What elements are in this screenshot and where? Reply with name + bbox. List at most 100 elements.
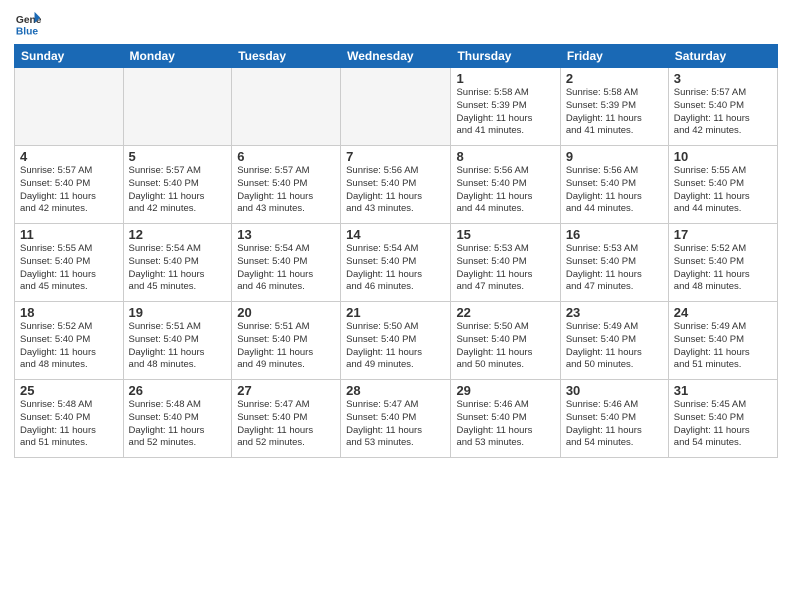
day-number: 28	[346, 383, 445, 398]
day-info: Sunrise: 5:55 AM Sunset: 5:40 PM Dayligh…	[20, 243, 118, 294]
day-number: 20	[237, 305, 335, 320]
day-cell-18: 18Sunrise: 5:52 AM Sunset: 5:40 PM Dayli…	[15, 302, 124, 380]
day-number: 17	[674, 227, 772, 242]
day-cell-22: 22Sunrise: 5:50 AM Sunset: 5:40 PM Dayli…	[451, 302, 560, 380]
day-info: Sunrise: 5:50 AM Sunset: 5:40 PM Dayligh…	[456, 321, 554, 372]
day-number: 21	[346, 305, 445, 320]
day-number: 8	[456, 149, 554, 164]
day-info: Sunrise: 5:52 AM Sunset: 5:40 PM Dayligh…	[674, 243, 772, 294]
empty-cell	[341, 68, 451, 146]
day-cell-3: 3Sunrise: 5:57 AM Sunset: 5:40 PM Daylig…	[668, 68, 777, 146]
day-info: Sunrise: 5:51 AM Sunset: 5:40 PM Dayligh…	[237, 321, 335, 372]
empty-cell	[123, 68, 232, 146]
day-cell-25: 25Sunrise: 5:48 AM Sunset: 5:40 PM Dayli…	[15, 380, 124, 458]
day-info: Sunrise: 5:58 AM Sunset: 5:39 PM Dayligh…	[566, 87, 663, 138]
day-number: 18	[20, 305, 118, 320]
day-info: Sunrise: 5:57 AM Sunset: 5:40 PM Dayligh…	[674, 87, 772, 138]
day-number: 13	[237, 227, 335, 242]
day-cell-14: 14Sunrise: 5:54 AM Sunset: 5:40 PM Dayli…	[341, 224, 451, 302]
day-cell-12: 12Sunrise: 5:54 AM Sunset: 5:40 PM Dayli…	[123, 224, 232, 302]
day-info: Sunrise: 5:54 AM Sunset: 5:40 PM Dayligh…	[346, 243, 445, 294]
day-info: Sunrise: 5:57 AM Sunset: 5:40 PM Dayligh…	[129, 165, 227, 216]
day-cell-17: 17Sunrise: 5:52 AM Sunset: 5:40 PM Dayli…	[668, 224, 777, 302]
day-number: 3	[674, 71, 772, 86]
day-info: Sunrise: 5:47 AM Sunset: 5:40 PM Dayligh…	[346, 399, 445, 450]
day-cell-11: 11Sunrise: 5:55 AM Sunset: 5:40 PM Dayli…	[15, 224, 124, 302]
day-info: Sunrise: 5:50 AM Sunset: 5:40 PM Dayligh…	[346, 321, 445, 372]
day-number: 22	[456, 305, 554, 320]
day-number: 27	[237, 383, 335, 398]
day-number: 23	[566, 305, 663, 320]
day-cell-5: 5Sunrise: 5:57 AM Sunset: 5:40 PM Daylig…	[123, 146, 232, 224]
day-number: 31	[674, 383, 772, 398]
day-info: Sunrise: 5:54 AM Sunset: 5:40 PM Dayligh…	[129, 243, 227, 294]
weekday-header-friday: Friday	[560, 45, 668, 68]
day-info: Sunrise: 5:53 AM Sunset: 5:40 PM Dayligh…	[566, 243, 663, 294]
day-info: Sunrise: 5:58 AM Sunset: 5:39 PM Dayligh…	[456, 87, 554, 138]
day-cell-15: 15Sunrise: 5:53 AM Sunset: 5:40 PM Dayli…	[451, 224, 560, 302]
day-cell-31: 31Sunrise: 5:45 AM Sunset: 5:40 PM Dayli…	[668, 380, 777, 458]
day-cell-20: 20Sunrise: 5:51 AM Sunset: 5:40 PM Dayli…	[232, 302, 341, 380]
day-info: Sunrise: 5:46 AM Sunset: 5:40 PM Dayligh…	[566, 399, 663, 450]
day-cell-6: 6Sunrise: 5:57 AM Sunset: 5:40 PM Daylig…	[232, 146, 341, 224]
day-cell-4: 4Sunrise: 5:57 AM Sunset: 5:40 PM Daylig…	[15, 146, 124, 224]
day-number: 7	[346, 149, 445, 164]
day-info: Sunrise: 5:56 AM Sunset: 5:40 PM Dayligh…	[346, 165, 445, 216]
day-info: Sunrise: 5:56 AM Sunset: 5:40 PM Dayligh…	[456, 165, 554, 216]
day-number: 4	[20, 149, 118, 164]
day-number: 1	[456, 71, 554, 86]
weekday-header-monday: Monday	[123, 45, 232, 68]
day-number: 6	[237, 149, 335, 164]
empty-cell	[232, 68, 341, 146]
day-cell-1: 1Sunrise: 5:58 AM Sunset: 5:39 PM Daylig…	[451, 68, 560, 146]
day-cell-27: 27Sunrise: 5:47 AM Sunset: 5:40 PM Dayli…	[232, 380, 341, 458]
day-info: Sunrise: 5:46 AM Sunset: 5:40 PM Dayligh…	[456, 399, 554, 450]
day-number: 25	[20, 383, 118, 398]
week-row-2: 4Sunrise: 5:57 AM Sunset: 5:40 PM Daylig…	[15, 146, 778, 224]
day-number: 15	[456, 227, 554, 242]
day-number: 12	[129, 227, 227, 242]
day-info: Sunrise: 5:49 AM Sunset: 5:40 PM Dayligh…	[674, 321, 772, 372]
day-number: 10	[674, 149, 772, 164]
day-number: 2	[566, 71, 663, 86]
logo-icon: General Blue	[14, 10, 42, 38]
day-number: 26	[129, 383, 227, 398]
day-cell-19: 19Sunrise: 5:51 AM Sunset: 5:40 PM Dayli…	[123, 302, 232, 380]
day-info: Sunrise: 5:51 AM Sunset: 5:40 PM Dayligh…	[129, 321, 227, 372]
day-info: Sunrise: 5:57 AM Sunset: 5:40 PM Dayligh…	[20, 165, 118, 216]
week-row-1: 1Sunrise: 5:58 AM Sunset: 5:39 PM Daylig…	[15, 68, 778, 146]
day-cell-16: 16Sunrise: 5:53 AM Sunset: 5:40 PM Dayli…	[560, 224, 668, 302]
day-cell-28: 28Sunrise: 5:47 AM Sunset: 5:40 PM Dayli…	[341, 380, 451, 458]
day-info: Sunrise: 5:48 AM Sunset: 5:40 PM Dayligh…	[129, 399, 227, 450]
empty-cell	[15, 68, 124, 146]
page-container: General Blue SundayMondayTuesdayWednesda…	[0, 0, 792, 612]
day-info: Sunrise: 5:54 AM Sunset: 5:40 PM Dayligh…	[237, 243, 335, 294]
weekday-header-sunday: Sunday	[15, 45, 124, 68]
day-cell-7: 7Sunrise: 5:56 AM Sunset: 5:40 PM Daylig…	[341, 146, 451, 224]
day-cell-23: 23Sunrise: 5:49 AM Sunset: 5:40 PM Dayli…	[560, 302, 668, 380]
day-number: 30	[566, 383, 663, 398]
day-info: Sunrise: 5:57 AM Sunset: 5:40 PM Dayligh…	[237, 165, 335, 216]
svg-text:Blue: Blue	[16, 26, 39, 37]
weekday-header-row: SundayMondayTuesdayWednesdayThursdayFrid…	[15, 45, 778, 68]
day-info: Sunrise: 5:52 AM Sunset: 5:40 PM Dayligh…	[20, 321, 118, 372]
week-row-3: 11Sunrise: 5:55 AM Sunset: 5:40 PM Dayli…	[15, 224, 778, 302]
day-info: Sunrise: 5:49 AM Sunset: 5:40 PM Dayligh…	[566, 321, 663, 372]
header: General Blue	[14, 10, 778, 38]
day-info: Sunrise: 5:56 AM Sunset: 5:40 PM Dayligh…	[566, 165, 663, 216]
day-cell-2: 2Sunrise: 5:58 AM Sunset: 5:39 PM Daylig…	[560, 68, 668, 146]
day-number: 16	[566, 227, 663, 242]
day-cell-21: 21Sunrise: 5:50 AM Sunset: 5:40 PM Dayli…	[341, 302, 451, 380]
day-number: 24	[674, 305, 772, 320]
day-cell-13: 13Sunrise: 5:54 AM Sunset: 5:40 PM Dayli…	[232, 224, 341, 302]
logo: General Blue	[14, 10, 42, 38]
day-cell-9: 9Sunrise: 5:56 AM Sunset: 5:40 PM Daylig…	[560, 146, 668, 224]
day-number: 19	[129, 305, 227, 320]
weekday-header-tuesday: Tuesday	[232, 45, 341, 68]
day-cell-26: 26Sunrise: 5:48 AM Sunset: 5:40 PM Dayli…	[123, 380, 232, 458]
weekday-header-thursday: Thursday	[451, 45, 560, 68]
day-cell-8: 8Sunrise: 5:56 AM Sunset: 5:40 PM Daylig…	[451, 146, 560, 224]
day-info: Sunrise: 5:55 AM Sunset: 5:40 PM Dayligh…	[674, 165, 772, 216]
day-info: Sunrise: 5:45 AM Sunset: 5:40 PM Dayligh…	[674, 399, 772, 450]
week-row-5: 25 Sunrise: 5:48 AM Sunset: 5:40 PM Dayli…	[15, 380, 778, 458]
